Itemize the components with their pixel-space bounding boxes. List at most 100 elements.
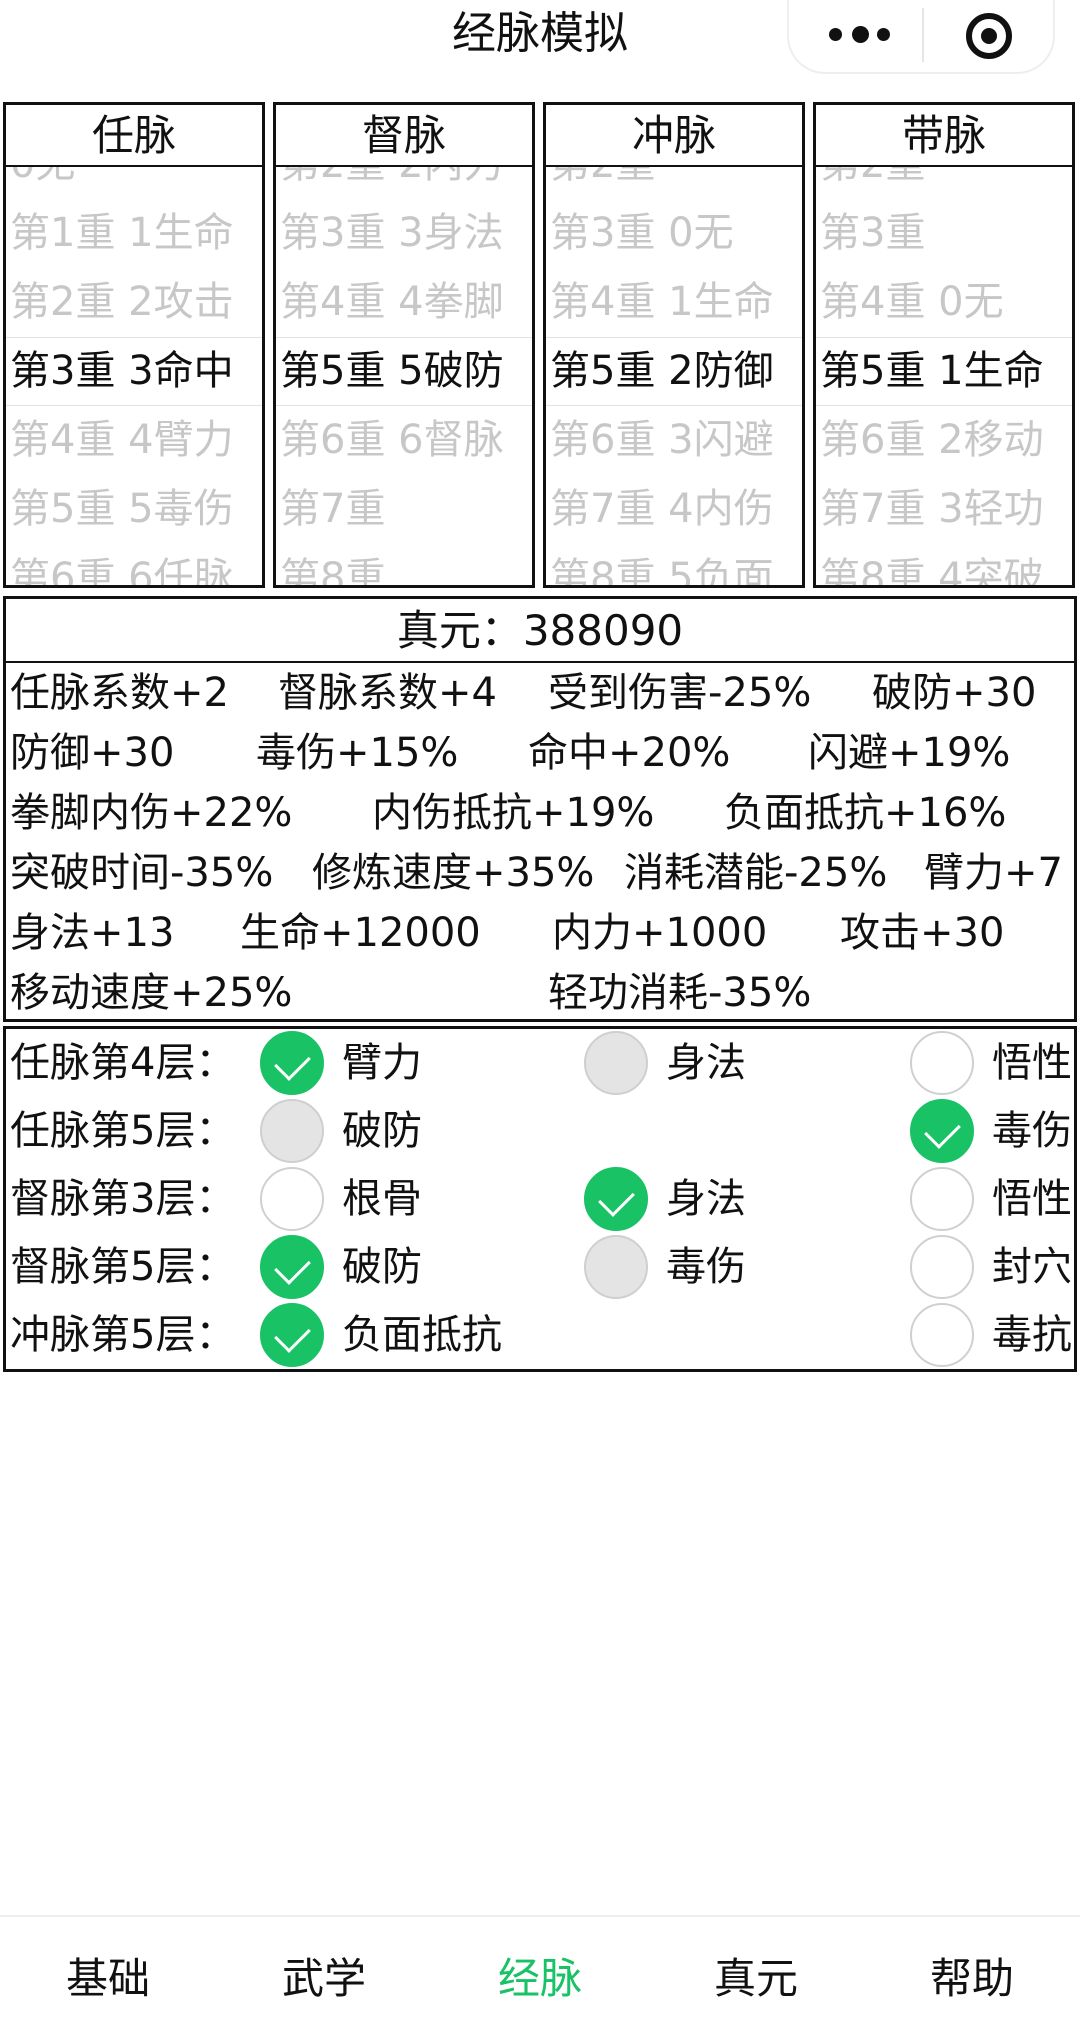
bonus-item: 移动速度+25% <box>10 970 293 1016</box>
option-choice-label: 身法 <box>666 1040 746 1086</box>
picker-option[interactable]: 第3重 <box>816 199 1072 268</box>
picker-option[interactable]: 第4重 0无 <box>816 268 1072 337</box>
picker-option[interactable]: 第2重 2内力 <box>276 167 532 199</box>
picker-chongmai[interactable]: 冲脉 第2重 第3重 0无 第4重 1生命 第5重 2防御 第6重 3闪避 第7… <box>543 102 805 588</box>
nav-header: 经脉模拟 <box>0 0 1080 76</box>
bonus-item: 轻功消耗-35% <box>548 970 812 1016</box>
picker-renmai[interactable]: 任脉 0无 第1重 1生命 第2重 2攻击 第3重 3命中 第4重 4臂力 第5… <box>3 102 265 588</box>
zhenyuan-label: 真元： <box>396 606 523 655</box>
bonus-line: 移动速度+25% 轻功消耗-35% <box>6 963 1074 1023</box>
picker-option-selected[interactable]: 第5重 5破防 <box>276 337 532 406</box>
picker-option[interactable]: 第6重 6督脉 <box>276 406 532 475</box>
zhenyuan-value: 388090 <box>522 606 684 655</box>
picker-option[interactable]: 第7重 <box>276 475 532 544</box>
bonus-line: 防御+30 毒伤+15% 命中+20% 闪避+19% <box>6 723 1074 783</box>
radio-checked-icon[interactable] <box>584 1167 648 1231</box>
bonus-line: 突破时间-35% 修炼速度+35% 消耗潜能-25% 臂力+7 <box>6 843 1074 903</box>
picker-option[interactable]: 第2重 <box>546 167 802 199</box>
option-choice-label: 根骨 <box>342 1176 422 1222</box>
more-icon[interactable] <box>829 0 929 70</box>
picker-option[interactable]: 第2重 2攻击 <box>6 268 262 337</box>
picker-option[interactable]: 第1重 1生命 <box>6 199 262 268</box>
radio-unchecked-icon[interactable] <box>910 1031 974 1095</box>
picker-option[interactable]: 第6重 6任脉 <box>6 544 262 585</box>
picker-option[interactable]: 第4重 4臂力 <box>6 406 262 475</box>
bonus-item: 臂力+7 <box>924 850 1063 896</box>
tab-basic[interactable]: 基础 <box>0 1951 216 2007</box>
option-row-label: 冲脉第5层： <box>10 1312 236 1358</box>
tab-help[interactable]: 帮助 <box>864 1951 1080 2007</box>
bonus-item: 突破时间-35% <box>10 850 274 896</box>
picker-header: 督脉 <box>276 105 532 167</box>
radio-checked-icon[interactable] <box>260 1235 324 1299</box>
picker-wheel[interactable]: 0无 第1重 1生命 第2重 2攻击 第3重 3命中 第4重 4臂力 第5重 5… <box>6 167 262 585</box>
option-choice-label: 破防 <box>342 1244 422 1290</box>
picker-wheel[interactable]: 第2重 第3重 第4重 0无 第5重 1生命 第6重 2移动 第7重 3轻功 第… <box>816 167 1072 585</box>
radio-unchecked-icon[interactable] <box>260 1167 324 1231</box>
bonus-item: 攻击+30 <box>840 910 1005 956</box>
bonus-item: 受到伤害-25% <box>548 670 812 716</box>
picker-option[interactable]: 0无 <box>6 167 262 199</box>
option-row: 督脉第3层： 根骨 身法 悟性 <box>6 1165 1074 1233</box>
bonus-item: 破防+30 <box>872 670 1037 716</box>
radio-unchecked-icon[interactable] <box>910 1303 974 1367</box>
bonus-line: 身法+13 生命+12000 内力+1000 攻击+30 <box>6 903 1074 963</box>
radio-unchecked-icon[interactable] <box>910 1235 974 1299</box>
radio-checked-icon[interactable] <box>260 1031 324 1095</box>
picker-wheel[interactable]: 第2重 第3重 0无 第4重 1生命 第5重 2防御 第6重 3闪避 第7重 4… <box>546 167 802 585</box>
bonus-item: 身法+13 <box>10 910 175 956</box>
picker-option[interactable]: 第4重 4拳脚 <box>276 268 532 337</box>
option-choice-label: 负面抵抗 <box>342 1312 502 1358</box>
stats-panel: 真元：388090 任脉系数+2 督脉系数+4 受到伤害-25% 破防+30 防… <box>3 596 1077 1022</box>
picker-header: 带脉 <box>816 105 1072 167</box>
picker-option[interactable]: 第6重 2移动 <box>816 406 1072 475</box>
bonus-item: 闪避+19% <box>808 730 1011 776</box>
option-choice-label: 封穴 <box>992 1244 1072 1290</box>
picker-option[interactable]: 第6重 3闪避 <box>546 406 802 475</box>
option-row-label: 任脉第4层： <box>10 1040 236 1086</box>
option-row: 任脉第5层： 破防 毒伤 <box>6 1097 1074 1165</box>
picker-option-selected[interactable]: 第5重 2防御 <box>546 337 802 406</box>
tab-bar: 基础 武学 经脉 真元 帮助 <box>0 1915 1080 2035</box>
tab-meridians[interactable]: 经脉 <box>432 1951 648 2007</box>
picker-wheel[interactable]: 第2重 2内力 第3重 3身法 第4重 4拳脚 第5重 5破防 第6重 6督脉 … <box>276 167 532 585</box>
close-target-icon[interactable] <box>966 13 1012 59</box>
option-choice-label: 身法 <box>666 1176 746 1222</box>
capsule-divider <box>922 8 924 62</box>
bonus-item: 生命+12000 <box>240 910 481 956</box>
picker-option[interactable]: 第8重 <box>276 544 532 585</box>
radio-checked-icon[interactable] <box>910 1099 974 1163</box>
picker-dumai[interactable]: 督脉 第2重 2内力 第3重 3身法 第4重 4拳脚 第5重 5破防 第6重 6… <box>273 102 535 588</box>
radio-checked-icon[interactable] <box>260 1303 324 1367</box>
picker-option[interactable]: 第5重 5毒伤 <box>6 475 262 544</box>
option-choice-label: 毒伤 <box>992 1108 1072 1154</box>
option-row-label: 督脉第3层： <box>10 1176 236 1222</box>
option-choice-label: 悟性 <box>992 1040 1072 1086</box>
radio-unchecked-icon[interactable] <box>910 1167 974 1231</box>
picker-option[interactable]: 第8重 5负面 <box>546 544 802 585</box>
picker-option[interactable]: 第7重 3轻功 <box>816 475 1072 544</box>
picker-option[interactable]: 第4重 1生命 <box>546 268 802 337</box>
tab-zhenyuan[interactable]: 真元 <box>648 1951 864 2007</box>
picker-daimai[interactable]: 带脉 第2重 第3重 第4重 0无 第5重 1生命 第6重 2移动 第7重 3轻… <box>813 102 1075 588</box>
radio-disabled-icon <box>260 1099 324 1163</box>
bonus-line: 任脉系数+2 督脉系数+4 受到伤害-25% 破防+30 <box>6 663 1074 723</box>
picker-option-selected[interactable]: 第3重 3命中 <box>6 337 262 406</box>
picker-option[interactable]: 第2重 <box>816 167 1072 199</box>
bonus-item: 拳脚内伤+22% <box>10 790 293 836</box>
option-choice-label: 臂力 <box>342 1040 422 1086</box>
bonus-item: 毒伤+15% <box>256 730 459 776</box>
picker-option-selected[interactable]: 第5重 1生命 <box>816 337 1072 406</box>
radio-disabled-icon <box>584 1235 648 1299</box>
option-row-label: 督脉第5层： <box>10 1244 236 1290</box>
bonus-item: 消耗潜能-25% <box>624 850 888 896</box>
picker-option[interactable]: 第3重 3身法 <box>276 199 532 268</box>
tab-martial-arts[interactable]: 武学 <box>216 1951 432 2007</box>
bonus-item: 修炼速度+35% <box>312 850 595 896</box>
option-row: 督脉第5层： 破防 毒伤 封穴 <box>6 1233 1074 1301</box>
picker-option[interactable]: 第8重 4突破 <box>816 544 1072 585</box>
picker-option[interactable]: 第3重 0无 <box>546 199 802 268</box>
option-row-label: 任脉第5层： <box>10 1108 236 1154</box>
bonus-item: 督脉系数+4 <box>278 670 497 716</box>
picker-option[interactable]: 第7重 4内伤 <box>546 475 802 544</box>
